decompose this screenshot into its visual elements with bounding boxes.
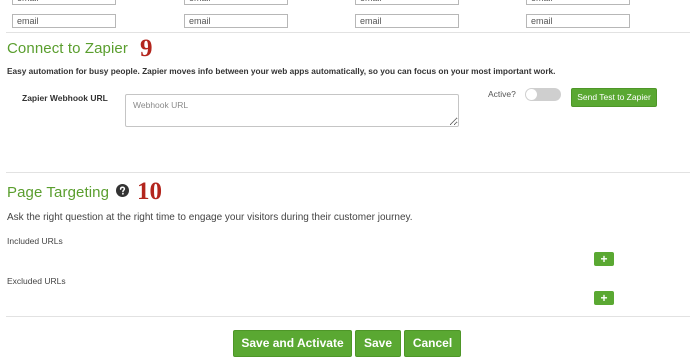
toggle-knob bbox=[526, 89, 537, 100]
excluded-urls-label: Excluded URLs bbox=[7, 276, 66, 286]
email-field[interactable] bbox=[355, 0, 459, 5]
save-button[interactable]: Save bbox=[355, 330, 401, 357]
active-label: Active? bbox=[488, 89, 516, 99]
email-field[interactable] bbox=[355, 14, 459, 28]
step-number: 9 bbox=[140, 35, 153, 62]
divider bbox=[6, 32, 690, 33]
targeting-section-title: Page Targeting bbox=[7, 184, 110, 201]
cancel-button[interactable]: Cancel bbox=[404, 330, 461, 357]
webhook-url-input[interactable] bbox=[125, 94, 459, 127]
send-test-button[interactable]: Send Test to Zapier bbox=[571, 88, 657, 107]
active-toggle[interactable] bbox=[525, 88, 561, 101]
targeting-description: Ask the right question at the right time… bbox=[7, 212, 413, 223]
email-field[interactable] bbox=[526, 0, 630, 5]
divider bbox=[6, 316, 690, 317]
zapier-description: Easy automation for busy people. Zapier … bbox=[7, 66, 556, 76]
save-and-activate-button[interactable]: Save and Activate bbox=[233, 330, 352, 357]
zapier-section-title: Connect to Zapier bbox=[7, 40, 128, 57]
email-field[interactable] bbox=[12, 14, 116, 28]
divider bbox=[6, 172, 690, 173]
email-field[interactable] bbox=[184, 14, 288, 28]
included-urls-label: Included URLs bbox=[7, 236, 63, 246]
email-field[interactable] bbox=[184, 0, 288, 5]
email-field-grid bbox=[0, 0, 700, 32]
step-number: 10 bbox=[137, 178, 162, 205]
email-field[interactable] bbox=[526, 14, 630, 28]
add-included-url-button[interactable]: + bbox=[594, 252, 614, 266]
help-icon[interactable] bbox=[116, 184, 129, 197]
webhook-url-label: Zapier Webhook URL bbox=[22, 93, 108, 103]
email-field[interactable] bbox=[12, 0, 116, 5]
add-excluded-url-button[interactable]: + bbox=[594, 291, 614, 305]
